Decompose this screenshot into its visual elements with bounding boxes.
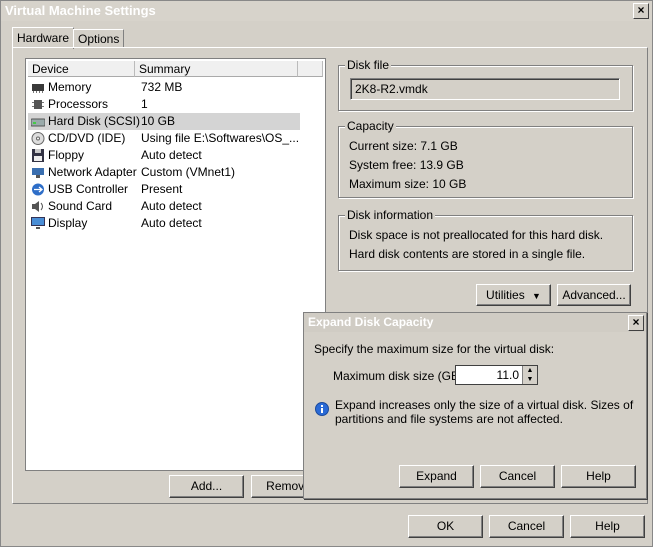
expand-info-line-2: partitions and file systems are not affe…	[335, 412, 563, 426]
device-name: USB Controller	[48, 182, 129, 196]
disk-file-legend: Disk file	[345, 58, 392, 72]
vm-settings-window: Virtual Machine Settings × Hardware Opti…	[0, 0, 653, 547]
window-title: Virtual Machine Settings	[5, 3, 156, 18]
device-name: Processors	[48, 97, 109, 111]
disk-info-line-1: Disk space is not preallocated for this …	[349, 228, 604, 242]
cancel-button[interactable]: Cancel	[489, 515, 564, 538]
device-row[interactable]: Floppy Auto detect	[28, 147, 300, 164]
window-titlebar[interactable]: Virtual Machine Settings ×	[1, 1, 652, 21]
device-name: CD/DVD (IDE)	[48, 131, 126, 145]
device-row[interactable]: Display Auto detect	[28, 215, 300, 232]
utilities-button[interactable]: Utilities ▼	[476, 284, 551, 306]
device-list[interactable]: Device Summary Memory 732 MB Processors 1 Ha…	[25, 58, 326, 471]
device-row[interactable]: Memory 732 MB	[28, 79, 300, 96]
device-row[interactable]: Hard Disk (SCSI) 10 GB	[28, 113, 300, 130]
device-row[interactable]: USB Controller Present	[28, 181, 300, 198]
device-name: Hard Disk (SCSI)	[48, 114, 141, 128]
window-close-button[interactable]: ×	[633, 3, 649, 19]
help-button[interactable]: Help	[570, 515, 645, 538]
display-icon	[31, 217, 45, 230]
device-name: Memory	[48, 80, 92, 94]
expand-prompt: Specify the maximum size for the virtual…	[314, 342, 555, 356]
device-summary: 10 GB	[141, 114, 176, 128]
ok-button[interactable]: OK	[408, 515, 483, 538]
column-header-summary[interactable]: Summary	[135, 61, 298, 77]
expand-help-button[interactable]: Help	[561, 465, 636, 488]
expand-cancel-button[interactable]: Cancel	[480, 465, 555, 488]
sound-card-icon	[31, 200, 45, 213]
device-summary: 1	[141, 97, 148, 111]
device-row[interactable]: Network Adapter Custom (VMnet1)	[28, 164, 300, 181]
device-summary: Auto detect	[141, 216, 202, 230]
add-button[interactable]: Add...	[169, 475, 244, 498]
capacity-group: Capacity Current size: 7.1 GB System fre…	[338, 119, 633, 198]
advanced-button[interactable]: Advanced...	[557, 284, 631, 306]
device-summary: 732 MB	[141, 80, 183, 94]
expand-dialog-title: Expand Disk Capacity	[308, 315, 434, 329]
current-size-text: Current size: 7.1 GB	[349, 139, 458, 153]
device-name: Network Adapter	[48, 165, 137, 179]
max-disk-size-value: 11.0	[496, 368, 519, 382]
info-icon	[315, 402, 329, 416]
usb-icon	[31, 183, 45, 196]
spinner: ▲ ▼	[522, 366, 537, 384]
disk-file-field[interactable]: 2K8-R2.vmdk	[350, 78, 620, 100]
device-row[interactable]: Processors 1	[28, 96, 300, 113]
capacity-legend: Capacity	[345, 119, 396, 133]
spin-up-arrow-icon[interactable]: ▲	[523, 366, 537, 375]
device-row[interactable]: CD/DVD (IDE) Using file E:\Softwares\OS_.…	[28, 130, 300, 147]
dropdown-arrow-icon: ▼	[532, 291, 541, 301]
spin-down-arrow-icon[interactable]: ▼	[523, 375, 537, 384]
expand-disk-dialog: Expand Disk Capacity × Specify the maxim…	[303, 312, 647, 499]
column-header-device[interactable]: Device	[28, 61, 135, 77]
max-disk-size-stepper[interactable]: 11.0 ▲ ▼	[455, 365, 538, 385]
device-name: Sound Card	[48, 199, 113, 213]
disk-info-line-2: Hard disk contents are stored in a singl…	[349, 247, 586, 261]
disk-file-group: Disk file 2K8-R2.vmdk	[338, 58, 633, 111]
device-name: Floppy	[48, 148, 85, 162]
floppy-icon	[31, 149, 45, 162]
expand-dialog-close-button[interactable]: ×	[628, 315, 644, 331]
expand-info-line-1: Expand increases only the size of a virt…	[335, 398, 634, 412]
utilities-label: Utilities	[486, 288, 525, 302]
expand-dialog-titlebar[interactable]: Expand Disk Capacity ×	[304, 313, 646, 332]
device-summary: Auto detect	[141, 199, 202, 213]
device-summary: Auto detect	[141, 148, 202, 162]
tab-hardware[interactable]: Hardware	[12, 27, 75, 49]
device-summary: Custom (VMnet1)	[141, 165, 236, 179]
tab-options[interactable]: Options	[73, 29, 125, 48]
device-row[interactable]: Sound Card Auto detect	[28, 198, 300, 215]
network-adapter-icon	[31, 166, 45, 179]
cd-dvd-icon	[31, 132, 45, 145]
memory-icon	[31, 81, 45, 94]
disk-information-legend: Disk information	[345, 208, 436, 222]
hard-disk-icon	[30, 115, 46, 128]
device-name: Display	[48, 216, 88, 230]
expand-button[interactable]: Expand	[399, 465, 474, 488]
disk-information-group: Disk information Disk space is not preal…	[338, 208, 633, 271]
max-disk-size-label: Maximum disk size (GB):	[333, 369, 467, 383]
device-summary: Using file E:\Softwares\OS_...	[141, 131, 300, 145]
device-summary: Present	[141, 182, 183, 196]
maximum-size-text: Maximum size: 10 GB	[349, 177, 467, 191]
system-free-text: System free: 13.9 GB	[349, 158, 464, 172]
column-header-blank	[298, 61, 323, 77]
processor-icon	[31, 98, 45, 111]
